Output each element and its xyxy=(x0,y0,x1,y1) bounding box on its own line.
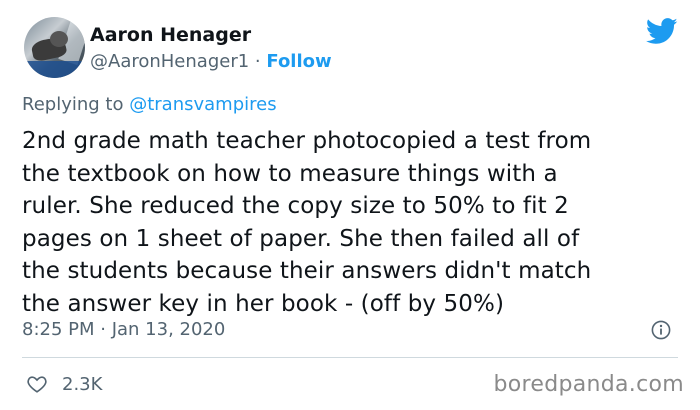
like-count: 2.3K xyxy=(62,373,103,395)
info-icon[interactable] xyxy=(651,320,671,340)
author-handle[interactable]: @AaronHenager1 xyxy=(90,51,249,72)
reply-prefix: Replying to xyxy=(22,94,124,115)
like-button[interactable]: 2.3K xyxy=(26,373,102,395)
reply-context: Replying to @transvampires xyxy=(22,94,277,115)
author-name[interactable]: Aaron Henager xyxy=(90,24,251,46)
tweet-timestamp[interactable]: 8:25 PM · Jan 13, 2020 xyxy=(22,319,225,340)
tweet-text-line: 2nd grade math teacher photocopied a tes… xyxy=(22,128,592,154)
tweet-text-line: the answer key in her book - (off by 50%… xyxy=(22,290,505,317)
tweet-text-line: ruler. She reduced the copy size to 50% … xyxy=(22,193,569,219)
avatar[interactable] xyxy=(24,17,85,78)
follow-button[interactable]: Follow xyxy=(266,51,331,72)
heart-icon xyxy=(27,376,47,393)
divider xyxy=(22,357,678,358)
watermark: boredpanda.com xyxy=(493,372,684,397)
tweet-text-line: the students because their answers didn'… xyxy=(22,258,592,284)
twitter-bird-icon[interactable] xyxy=(646,18,678,45)
tweet-text-line: pages on 1 sheet of paper. She then fail… xyxy=(22,225,580,252)
author-handle-row: @AaronHenager1 · Follow xyxy=(90,51,332,72)
tweet-text: 2nd grade math teacher photocopied a tes… xyxy=(22,125,672,320)
tweet-text-line: the textbook on how to measure things wi… xyxy=(22,160,558,187)
separator-dot: · xyxy=(254,51,261,72)
reply-mention-link[interactable]: @transvampires xyxy=(129,94,276,115)
